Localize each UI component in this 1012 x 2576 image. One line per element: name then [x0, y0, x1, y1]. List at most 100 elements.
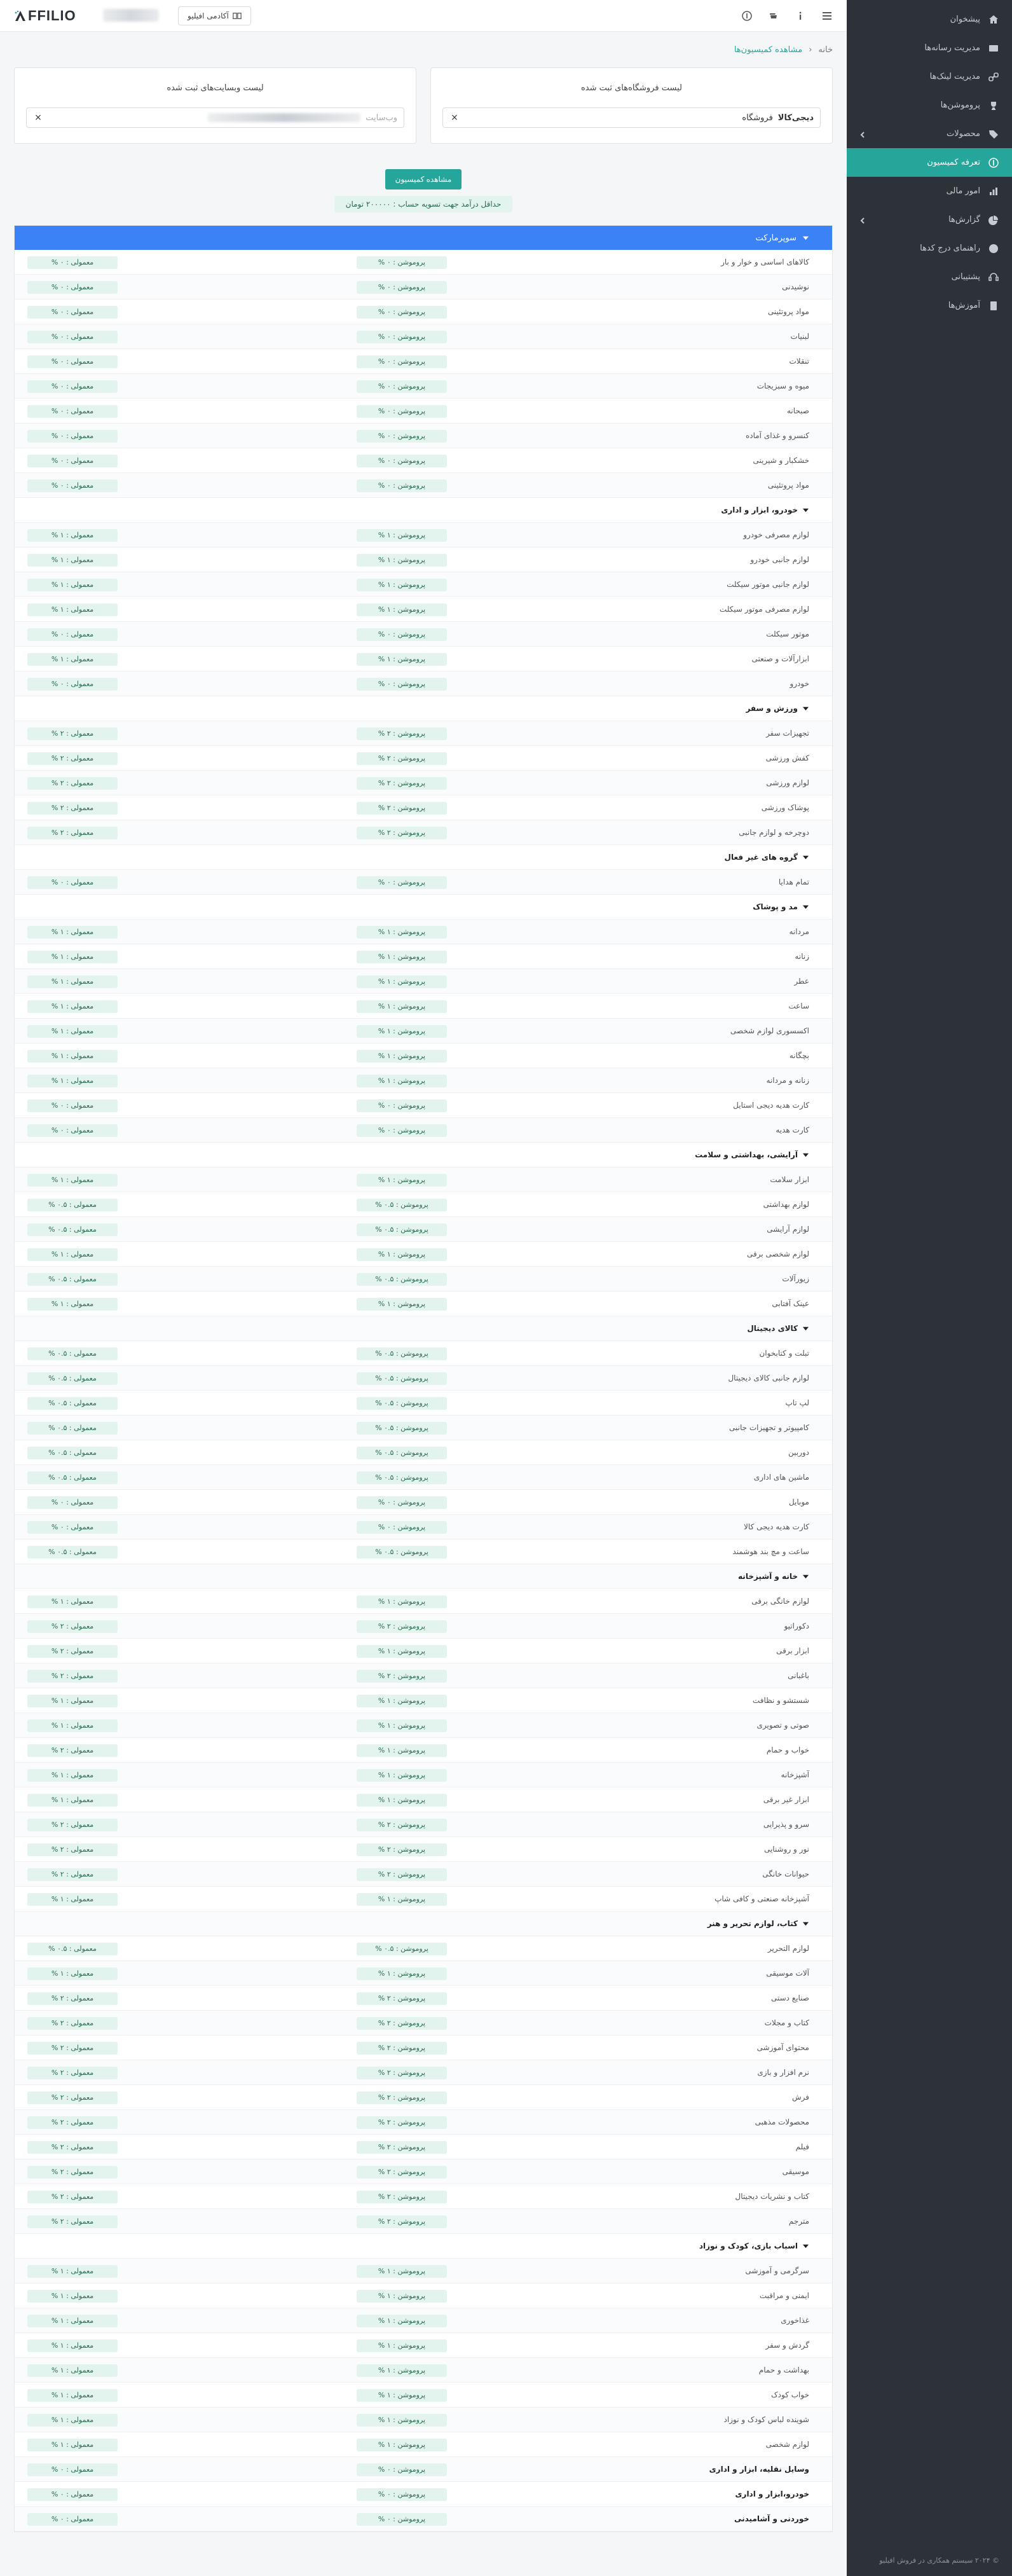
table-row: موسیقی پروموشن : ۲ % معمولی : ۲ % — [15, 2159, 832, 2184]
filters: لیست فروشگاه‌های ثبت شده دیجی‌کالا فروشگ… — [14, 67, 833, 144]
academy-button[interactable]: آکادمی افیلیو — [178, 6, 251, 25]
promo-rate-badge: پروموشن : ۱ % — [357, 1075, 447, 1087]
clear-store-icon[interactable]: × — [449, 113, 460, 123]
sidebar-item-2[interactable]: مدیریت لینک‌ها — [847, 62, 1012, 91]
sidebar-item-10[interactable]: آموزش‌ها — [847, 291, 1012, 320]
stores-select[interactable]: دیجی‌کالا فروشگاه × — [442, 107, 821, 128]
table-row: ابزار سلامت پروموشن : ۱ % معمولی : ۱ % — [15, 1167, 832, 1192]
websites-select[interactable]: وب‌سایت × — [26, 107, 404, 128]
category-row[interactable]: خانه و آشپزخانه — [15, 1564, 832, 1589]
sidebar: پیشخوان مدیریت رسانه‌ها مدیریت لینک‌ها پروم… — [847, 0, 1012, 2576]
top-bar-icons — [741, 0, 833, 32]
table-row: شستشو و نظافت پروموشن : ۱ % معمولی : ۱ % — [15, 1688, 832, 1713]
normal-rate-badge: معمولی : ۰.۵ % — [27, 1422, 118, 1435]
table-row: کنسرو و غذای آماده پروموشن : ۰ % معمولی : … — [15, 424, 832, 448]
table-row: عطر پروموشن : ۱ % معمولی : ۱ % — [15, 969, 832, 994]
normal-rate-badge: معمولی : ۱ % — [27, 2414, 118, 2427]
category-row[interactable]: آرایشی، بهداشتی و سلامت — [15, 1143, 832, 1167]
category-row[interactable]: خودرو، ابزار و اداری — [15, 498, 832, 523]
tickets-icon[interactable] — [768, 10, 779, 22]
sidebar-item-0[interactable]: پیشخوان — [847, 5, 1012, 34]
row-name: شستشو و نظافت — [752, 1696, 809, 1705]
normal-rate-badge: معمولی : ۰.۵ % — [27, 1471, 118, 1484]
normal-rate-badge: معمولی : ۲ % — [27, 1868, 118, 1881]
normal-rate-badge: معمولی : ۰ % — [27, 678, 118, 691]
table-row: عینک آفتابی پروموشن : ۱ % معمولی : ۱ % — [15, 1291, 832, 1316]
row-name: خشکبار و شیرینی — [753, 456, 809, 465]
category-row[interactable]: کتاب، لوازم تحریر و هنر — [15, 1911, 832, 1936]
promo-rate-badge: پروموشن : ۰.۵ % — [357, 1546, 447, 1559]
row-name: کارت هدیه دیجی کالا — [744, 1522, 809, 1531]
row-name: لوازم ورزشی — [766, 778, 809, 787]
sidebar-item-5[interactable]: تعرفه کمیسیون — [847, 148, 1012, 177]
table-header-category[interactable]: سوپرمارکت — [15, 226, 832, 250]
breadcrumb-home[interactable]: خانه — [818, 45, 833, 55]
table-row: زنانه پروموشن : ۱ % معمولی : ۱ % — [15, 944, 832, 969]
normal-rate-badge: معمولی : ۲ % — [27, 2017, 118, 2030]
sidebar-item-9[interactable]: پشتیبانی — [847, 263, 1012, 291]
normal-rate-badge: معمولی : ۱ % — [27, 2439, 118, 2451]
category-name: خودرو، ابزار و اداری — [721, 498, 809, 523]
sidebar-item-label: مدیریت لینک‌ها — [929, 72, 980, 81]
row-name: شوینده لباس کودک و نوزاد — [723, 2415, 809, 2424]
action-row: مشاهده کمیسیون — [14, 144, 833, 189]
sidebar-item-6[interactable]: امور مالی — [847, 177, 1012, 205]
category-row[interactable]: مد و پوشاک — [15, 895, 832, 920]
caret-down-icon — [802, 2243, 809, 2250]
table-row: کامپیوتر و تجهیزات جانبی پروموشن : ۰.۵ % م… — [15, 1415, 832, 1440]
currency-icon[interactable] — [741, 10, 753, 22]
promo-rate-badge: پروموشن : ۰.۵ % — [357, 1199, 447, 1211]
table-row: لوازم شخصی برقی پروموشن : ۱ % معمولی : ۱ % — [15, 1242, 832, 1267]
sidebar-item-label: امور مالی — [946, 186, 980, 196]
table-row: لوازم مصرفی موتور سیکلت پروموشن : ۱ % معمو… — [15, 597, 832, 622]
table-row: خواب و حمام پروموشن : ۱ % معمولی : ۲ % — [15, 1738, 832, 1763]
category-row[interactable]: گروه های غیر فعال — [15, 845, 832, 870]
user-account-blurred[interactable] — [103, 9, 159, 22]
row-name: خواب کودک — [770, 2390, 809, 2399]
promo-rate-badge: پروموشن : ۲ % — [357, 1670, 447, 1683]
clear-website-icon[interactable]: × — [33, 113, 43, 123]
row-name: سرو و پذیرایی — [763, 1820, 809, 1829]
row-name: تجهیزات سفر — [765, 729, 809, 738]
caret-down-icon — [802, 507, 809, 514]
breadcrumb-current: مشاهده کمیسیون‌ها — [734, 45, 803, 55]
promo-rate-badge: پروموشن : ۲ % — [357, 1868, 447, 1881]
row-name: ابزار غیر برقی — [763, 1795, 809, 1804]
category-row[interactable]: اسباب بازی، کودک و نوزاد — [15, 2234, 832, 2259]
row-name: لوازم شخصی — [765, 2440, 809, 2449]
sidebar-item-4[interactable]: محصولات — [847, 120, 1012, 148]
table-row: خشکبار و شیرینی پروموشن : ۰ % معمولی : ۰ % — [15, 448, 832, 473]
row-name: موتور سیکلت — [766, 630, 809, 638]
normal-rate-badge: معمولی : ۰ % — [27, 430, 118, 443]
table-row: دوربین پروموشن : ۰.۵ % معمولی : ۰.۵ % — [15, 1440, 832, 1465]
main-content: خانه ‹ مشاهده کمیسیون‌ها لیست فروشگاه‌ها… — [0, 32, 847, 2576]
menu-icon[interactable] — [821, 10, 833, 22]
table-row: ساعت و مچ بند هوشمند پروموشن : ۰.۵ % معمول… — [15, 1539, 832, 1564]
promo-rate-badge: پروموشن : ۱ % — [357, 926, 447, 939]
promo-rate-badge: پروموشن : ۱ % — [357, 1000, 447, 1013]
row-name: آشپزخانه صنعتی و کافی شاپ — [715, 1894, 809, 1903]
promo-rate-badge: پروموشن : ۲ % — [357, 2116, 447, 2129]
media-icon — [988, 43, 999, 54]
sidebar-item-8[interactable]: راهنمای درج کدها — [847, 234, 1012, 263]
category-row[interactable]: کالای دیجیتال — [15, 1316, 832, 1341]
promo-rate-badge: پروموشن : ۱ % — [357, 1595, 447, 1608]
sidebar-item-1[interactable]: مدیریت رسانه‌ها — [847, 34, 1012, 62]
category-label: ورزش و سفر — [746, 704, 798, 713]
promo-rate-badge: پروموشن : ۰ % — [357, 628, 447, 641]
promo-rate-badge: پروموشن : ۱ % — [357, 603, 447, 616]
pie-chart-icon — [988, 214, 999, 226]
min-settlement-badge: حداقل درآمد جهت تسویه حساب : ۲۰۰۰۰۰ توما… — [334, 196, 513, 212]
sidebar-item-3[interactable]: پروموشن‌ها — [847, 91, 1012, 120]
table-row: موتور سیکلت پروموشن : ۰ % معمولی : ۰ % — [15, 622, 832, 647]
table-rows: کالاهای اساسی و خوار و بار پروموشن : ۰ % م… — [15, 250, 832, 2531]
sidebar-item-7[interactable]: گزارش‌ها — [847, 205, 1012, 234]
info-icon[interactable] — [795, 10, 806, 22]
normal-rate-badge: معمولی : ۲ % — [27, 1992, 118, 2005]
category-row[interactable]: ورزش و سفر — [15, 696, 832, 721]
view-commission-button[interactable]: مشاهده کمیسیون — [385, 169, 462, 189]
promo-rate-badge: پروموشن : ۱ % — [357, 2339, 447, 2352]
normal-rate-badge: معمولی : ۰.۵ % — [27, 1397, 118, 1410]
row-name: کامپیوتر و تجهیزات جانبی — [729, 1423, 809, 1432]
min-settlement-row: حداقل درآمد جهت تسویه حساب : ۲۰۰۰۰۰ توما… — [14, 189, 833, 219]
